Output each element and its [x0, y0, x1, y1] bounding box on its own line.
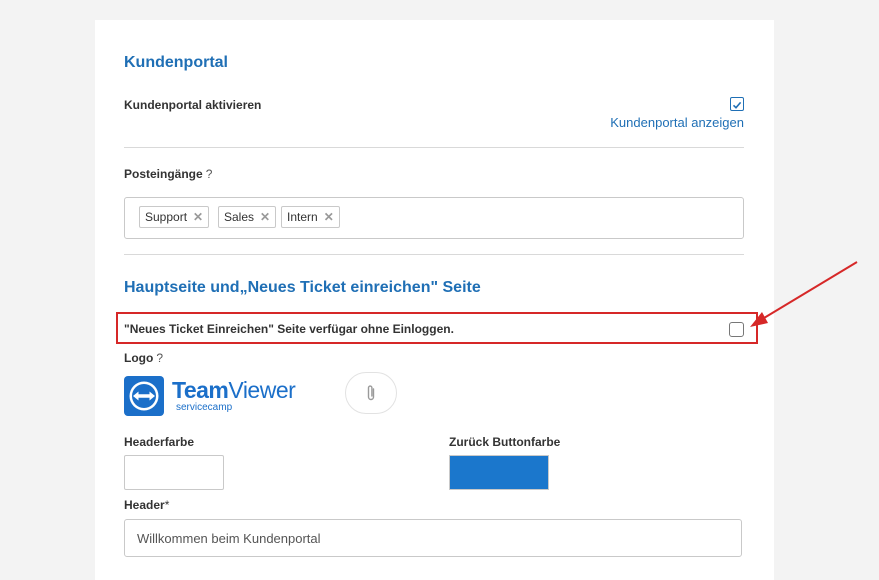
tag-intern: Intern ✕ — [281, 206, 340, 228]
header-color-label: Headerfarbe — [124, 435, 195, 449]
logo-wordmark: TeamViewer — [172, 377, 296, 404]
attach-logo-button[interactable] — [345, 372, 397, 414]
inboxes-label: Posteingänge — [124, 167, 203, 181]
header-text-input[interactable]: Willkommen beim Kundenportal — [124, 519, 742, 557]
teamviewer-logo: TeamViewer servicecamp — [124, 376, 304, 416]
inboxes-label-row: Posteingänge? — [124, 167, 212, 181]
mainpage-section-title: Hauptseite und„Neues Ticket einreichen" … — [124, 279, 481, 296]
required-marker: * — [164, 498, 170, 512]
tag-support: Support ✕ — [139, 206, 210, 228]
logo-brand-team: Team — [172, 377, 229, 403]
header-input-value: Willkommen beim Kundenportal — [137, 530, 321, 546]
back-button-color-picker[interactable] — [449, 455, 549, 490]
inboxes-tag-input[interactable]: Support ✕ Sales ✕ Intern ✕ — [124, 197, 744, 239]
back-button-color-label: Zurück Buttonfarbe — [449, 435, 561, 449]
tag-label: Sales — [224, 210, 255, 224]
portal-show-link[interactable]: Kundenportal anzeigen — [610, 115, 744, 130]
tag-sales: Sales ✕ — [218, 206, 277, 228]
divider — [124, 147, 744, 148]
header-color-picker[interactable] — [124, 455, 224, 490]
help-icon[interactable]: ? — [206, 167, 213, 181]
checkmark-icon — [732, 101, 742, 109]
logo-subtitle: servicecamp — [176, 402, 233, 413]
logo-label: Logo — [124, 351, 154, 365]
portal-section-title: Kundenportal — [124, 54, 228, 71]
remove-tag-icon[interactable]: ✕ — [324, 210, 334, 224]
teamviewer-logo-icon — [124, 376, 164, 416]
paperclip-icon — [367, 385, 375, 401]
annotation-arrow-icon — [750, 261, 858, 327]
divider — [124, 254, 744, 255]
tag-label: Intern — [287, 210, 318, 224]
header-label: Header — [124, 498, 165, 512]
portal-activate-label: Kundenportal aktivieren — [124, 98, 262, 112]
settings-card: Kundenportal Kundenportal aktivieren Kun… — [95, 20, 774, 580]
no-login-label: "Neues Ticket Einreichen" Seite verfügar… — [124, 322, 454, 336]
logo-label-row: Logo? — [124, 351, 163, 365]
portal-activate-checkbox[interactable] — [730, 97, 744, 111]
tag-label: Support — [145, 210, 188, 224]
logo-brand-viewer: Viewer — [228, 377, 296, 403]
help-icon[interactable]: ? — [156, 351, 163, 365]
remove-tag-icon[interactable]: ✕ — [260, 210, 270, 224]
remove-tag-icon[interactable]: ✕ — [193, 210, 203, 224]
header-label-row: Header* — [124, 498, 169, 512]
